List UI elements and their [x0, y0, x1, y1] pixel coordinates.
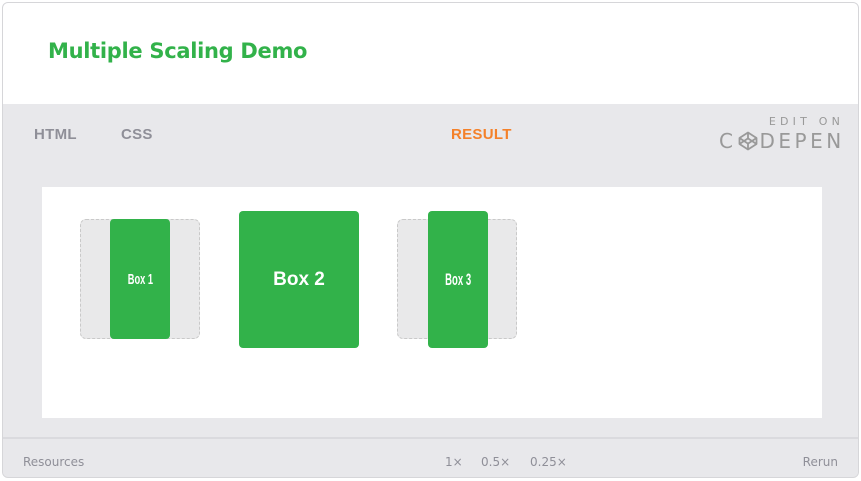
- scale-0-5x-button[interactable]: 0.5×: [481, 455, 510, 469]
- toolbar: HTML CSS RESULT EDIT ON C DEPEN: [3, 104, 858, 164]
- scale-0-25x-button[interactable]: 0.25×: [530, 455, 567, 469]
- box-1: Box 1: [110, 219, 170, 339]
- box-3-label: Box 3: [445, 269, 471, 289]
- codepen-brand-start: C: [719, 129, 737, 153]
- title-area: Multiple Scaling Demo: [3, 3, 858, 104]
- tab-result[interactable]: RESULT: [451, 126, 512, 143]
- scale-1x-button[interactable]: 1×: [445, 455, 463, 469]
- box-2-label: Box 2: [273, 268, 325, 290]
- embed-frame: Multiple Scaling Demo HTML CSS RESULT ED…: [2, 2, 859, 478]
- codepen-brand-end: DEPEN: [759, 129, 845, 153]
- resources-button[interactable]: Resources: [23, 455, 84, 469]
- edit-on-codepen-link[interactable]: EDIT ON C DEPEN: [719, 115, 844, 155]
- box-3: Box 3: [428, 211, 488, 348]
- edit-on-label: EDIT ON: [768, 115, 844, 128]
- codepen-cube-icon: [739, 131, 758, 151]
- page-title: Multiple Scaling Demo: [48, 39, 308, 63]
- codepen-logo: C DEPEN: [719, 129, 845, 153]
- box-1-label: Box 1: [127, 270, 153, 288]
- tab-css[interactable]: CSS: [121, 126, 153, 143]
- footer-bar: Resources 1× 0.5× 0.25× Rerun: [3, 437, 858, 477]
- rerun-button[interactable]: Rerun: [803, 455, 838, 469]
- box-2: Box 2: [239, 211, 359, 348]
- tab-html[interactable]: HTML: [34, 126, 77, 143]
- result-pane: Box 1 Box 2 Box 3: [42, 187, 822, 418]
